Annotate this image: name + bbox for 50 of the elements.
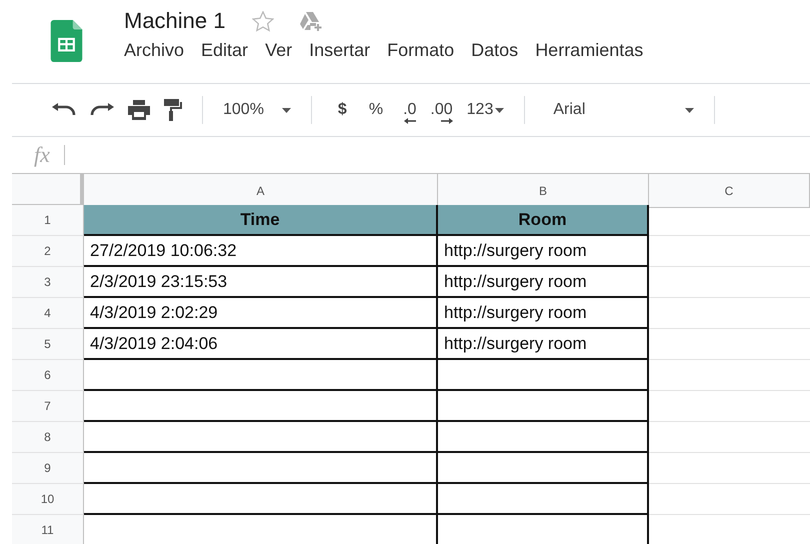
menu-item[interactable]: Ver [265, 40, 302, 61]
undo-icon[interactable] [52, 103, 76, 117]
zoom-dropdown[interactable]: 100% [223, 101, 291, 119]
menu-item[interactable]: Archivo [124, 40, 194, 61]
menu-item[interactable]: Datos [471, 40, 528, 61]
row-header[interactable]: 6 [12, 360, 84, 391]
table-cell: http://surgery room [438, 267, 649, 298]
header-cell: Room [438, 205, 649, 236]
redo-icon[interactable] [90, 103, 114, 117]
menu-item[interactable]: Editar [201, 40, 258, 61]
currency-format-button[interactable]: $ [338, 101, 347, 119]
menu-item[interactable]: Herramientas [535, 40, 654, 61]
table-cell: 2/3/2019 23:15:53 [84, 267, 438, 298]
row-header[interactable]: 7 [12, 391, 84, 422]
increase-decimals-button[interactable]: .00 [430, 102, 453, 124]
table-cell: 4/3/2019 2:02:29 [84, 298, 438, 329]
caret-icon [685, 108, 694, 112]
number-format-dropdown[interactable]: 123 [466, 101, 504, 119]
document-title[interactable]: Machine 1 [124, 8, 226, 34]
caret-icon [495, 108, 504, 112]
row-header[interactable]: 5 [12, 329, 84, 360]
row-header[interactable]: 4 [12, 298, 84, 329]
row-header[interactable]: 8 [12, 422, 84, 453]
column-header[interactable]: A [84, 174, 438, 208]
star-icon[interactable] [252, 10, 274, 32]
table-cell: 27/2/2019 10:06:32 [84, 236, 438, 267]
print-icon[interactable] [128, 100, 150, 120]
column-header[interactable]: C [649, 174, 810, 208]
menu-item[interactable]: Formato [387, 40, 464, 61]
table-cell: http://surgery room [438, 236, 649, 267]
percent-format-button[interactable]: % [368, 101, 384, 119]
font-dropdown[interactable]: Arial [553, 101, 694, 119]
row-header[interactable]: 1 [12, 205, 84, 236]
formula-label: fx [34, 142, 50, 168]
header-cell: Time [84, 205, 438, 236]
caret-icon [282, 108, 291, 112]
row-header[interactable]: 11 [12, 515, 84, 544]
right-arrow-icon [440, 118, 453, 124]
decrease-decimals-button[interactable]: .0 [403, 102, 416, 124]
row-header[interactable]: 9 [12, 453, 84, 484]
table-cell: http://surgery room [438, 298, 649, 329]
table-cell: 4/3/2019 2:04:06 [84, 329, 438, 360]
column-header[interactable]: B [438, 174, 649, 208]
table-cell: http://surgery room [438, 329, 649, 360]
row-header[interactable]: 10 [12, 484, 84, 515]
row-header[interactable]: 3 [12, 267, 84, 298]
menu-item[interactable]: Insertar [309, 40, 380, 61]
paint-format-icon[interactable] [164, 99, 182, 121]
row-header[interactable]: 2 [12, 236, 84, 267]
left-arrow-icon [404, 118, 416, 124]
